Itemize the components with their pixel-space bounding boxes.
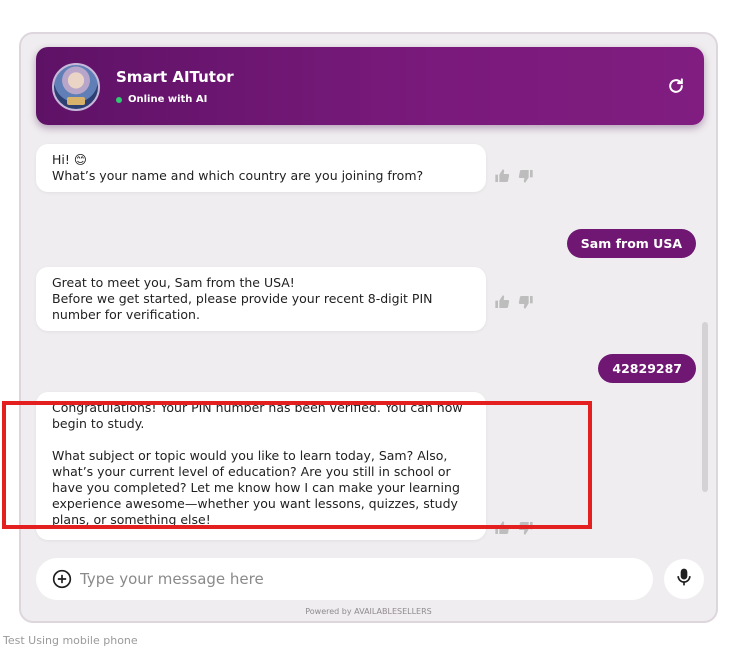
message-input-bar [36, 558, 653, 600]
user-message: Sam from USA [566, 229, 696, 258]
chat-title: Smart AITutor [116, 68, 234, 86]
plus-circle-icon[interactable] [52, 569, 72, 589]
thumbs-up-icon[interactable] [494, 168, 510, 188]
tutor-avatar [52, 63, 100, 111]
message-line: Before we get started, please provide yo… [52, 291, 433, 322]
chat-header: Smart AITutor Online with AI [36, 47, 704, 125]
message-list: Hi! 😊 What’s your name and which country… [21, 134, 716, 554]
feedback-buttons [494, 294, 534, 314]
user-message: 42829287 [598, 354, 696, 383]
bot-message: Great to meet you, Sam from the USA! Bef… [36, 267, 486, 331]
message-line: Great to meet you, Sam from the USA! [52, 275, 295, 290]
scrollbar[interactable] [702, 322, 708, 492]
bot-message: Congratulations! Your PIN number has bee… [36, 392, 486, 540]
online-dot-icon [116, 96, 122, 103]
below-caption: Test Using mobile phone [3, 634, 138, 647]
microphone-icon [674, 566, 694, 592]
chat-widget: Smart AITutor Online with AI Hi! 😊 What’… [19, 32, 718, 623]
message-line: Hi! 😊 [52, 152, 87, 167]
bot-message: Hi! 😊 What’s your name and which country… [36, 144, 486, 192]
message-line: What’s your name and which country are y… [52, 168, 424, 183]
status-text: Online with AI [128, 94, 208, 105]
thumbs-down-icon[interactable] [518, 168, 534, 188]
feedback-buttons [494, 168, 534, 188]
feedback-buttons [494, 520, 534, 540]
message-line: Congratulations! Your PIN number has bee… [52, 400, 463, 431]
thumbs-down-icon[interactable] [518, 294, 534, 314]
message-line: What subject or topic would you like to … [52, 448, 460, 527]
refresh-icon[interactable] [666, 76, 686, 96]
microphone-button[interactable] [664, 559, 704, 599]
thumbs-up-icon[interactable] [494, 520, 510, 540]
thumbs-up-icon[interactable] [494, 294, 510, 314]
message-input[interactable] [80, 570, 600, 588]
powered-by: Powered by AVAILABLESELLERS [305, 607, 432, 616]
thumbs-down-icon[interactable] [518, 520, 534, 540]
online-status: Online with AI [116, 94, 207, 105]
